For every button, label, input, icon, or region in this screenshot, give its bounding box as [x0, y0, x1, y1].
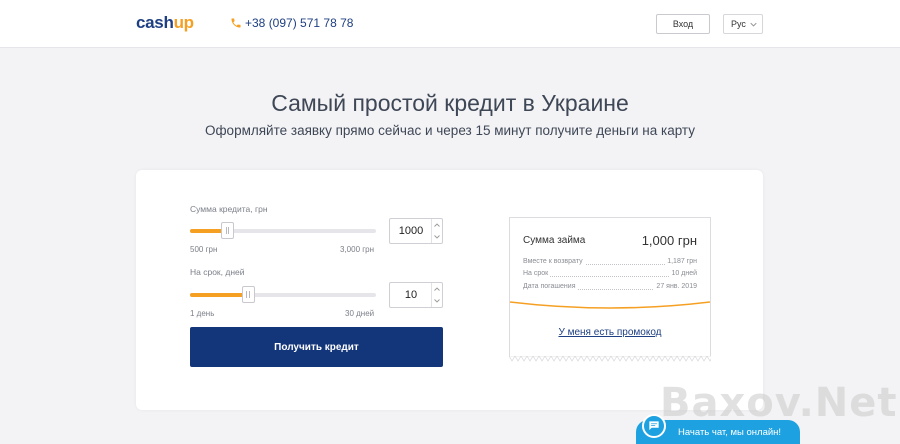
- loan-summary-receipt: Сумма займа 1,000 грн Вместе к возврату …: [509, 217, 711, 362]
- amount-input[interactable]: 1000: [390, 219, 432, 243]
- phone-link[interactable]: +38 (097) 571 78 78: [230, 16, 353, 30]
- term-label: На срок, дней: [190, 267, 245, 277]
- loan-calculator-card: Сумма кредита, грн 500 грн 3,000 грн 100…: [136, 170, 763, 410]
- chevron-down-icon: [434, 235, 440, 239]
- chat-bubble-icon: [642, 414, 666, 438]
- amount-stepper[interactable]: 1000: [389, 218, 443, 244]
- summary-total: 1,000 грн: [641, 233, 697, 248]
- language-select[interactable]: Рус: [723, 14, 763, 34]
- get-credit-button[interactable]: Получить кредит: [190, 327, 443, 367]
- cashup-logo[interactable]: cashup: [136, 13, 194, 33]
- summary-row: Вместе к возврату 1,187 грн: [523, 258, 697, 265]
- amount-slider-handle[interactable]: [221, 222, 235, 239]
- promo-code-link[interactable]: У меня есть промокод: [510, 327, 710, 338]
- chevron-down-icon: [434, 299, 440, 303]
- login-button[interactable]: Вход: [656, 14, 710, 34]
- amount-increment-button[interactable]: [432, 219, 442, 231]
- term-input[interactable]: 10: [390, 283, 432, 307]
- amount-max-label: 3,000 грн: [340, 245, 375, 254]
- term-stepper[interactable]: 10: [389, 282, 443, 308]
- amount-min-label: 500 грн: [190, 245, 218, 254]
- chat-widget[interactable]: Начать чат, мы онлайн!: [636, 414, 800, 444]
- top-bar: cashup +38 (097) 571 78 78 Вход Рус: [0, 0, 900, 48]
- term-decrement-button[interactable]: [432, 295, 442, 307]
- summary-divider-wave: [510, 301, 710, 309]
- term-max-label: 30 дней: [345, 309, 375, 318]
- page-title: Самый простой кредит в Украине: [271, 90, 629, 116]
- chat-label: Начать чат, мы онлайн!: [678, 427, 782, 438]
- chevron-down-icon: [750, 22, 757, 27]
- amount-slider[interactable]: [190, 222, 376, 239]
- summary-row: На срок 10 дней: [523, 270, 697, 277]
- term-slider[interactable]: [190, 286, 376, 303]
- chevron-up-icon: [434, 223, 440, 227]
- term-slider-fill: [190, 293, 248, 297]
- phone-icon: [231, 18, 241, 28]
- term-increment-button[interactable]: [432, 283, 442, 295]
- receipt-torn-edge: [509, 356, 711, 362]
- language-value: Рус: [731, 19, 746, 29]
- summary-header: Сумма займа 1,000 грн: [523, 233, 697, 249]
- term-slider-handle[interactable]: [241, 286, 255, 303]
- summary-row: Дата погашения 27 янв. 2019: [523, 283, 697, 290]
- amount-label: Сумма кредита, грн: [190, 204, 268, 214]
- amount-decrement-button[interactable]: [432, 231, 442, 243]
- term-min-label: 1 день: [190, 309, 215, 318]
- phone-number: +38 (097) 571 78 78: [245, 16, 354, 30]
- chevron-up-icon: [434, 287, 440, 291]
- summary-title: Сумма займа: [523, 235, 586, 246]
- page-subtitle: Оформляйте заявку прямо сейчас и через 1…: [204, 123, 696, 138]
